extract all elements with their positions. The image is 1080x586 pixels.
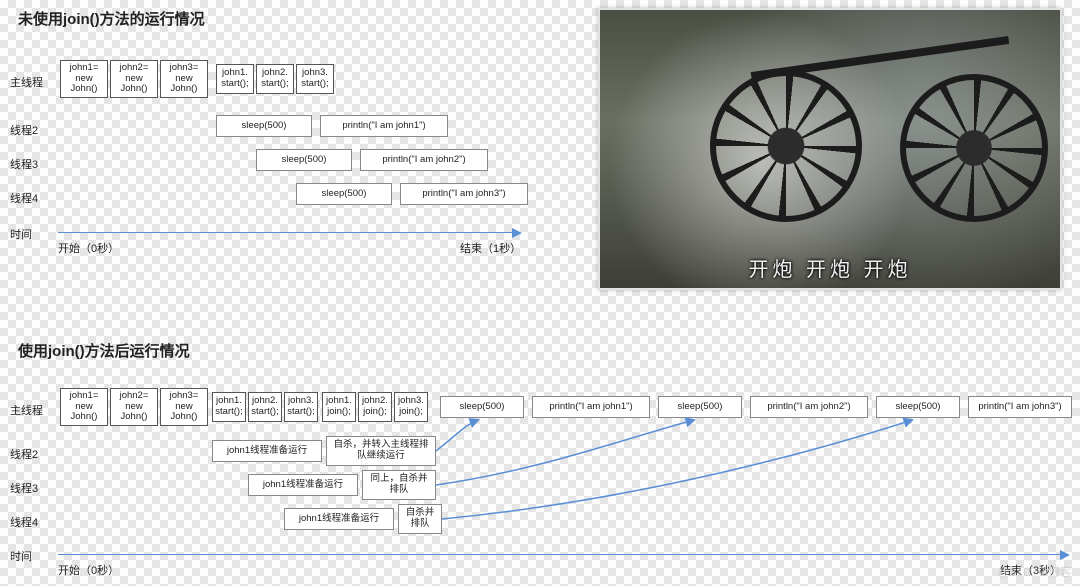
wheel-left [710, 70, 862, 222]
s2-main-box-5: john3. start(); [284, 392, 318, 422]
row2-label-time: 时间 [10, 548, 32, 564]
row-label-t2: 线程2 [10, 122, 38, 138]
s2-main-box-0: john1= new John() [60, 388, 108, 426]
s1-t4-sleep: sleep(500) [296, 183, 392, 205]
s1-main-box-3: john1. start(); [216, 64, 254, 94]
s2-tail-1: println("I am john1") [532, 396, 650, 418]
s2-tail-0: sleep(500) [440, 396, 524, 418]
row2-label-main: 主线程 [10, 402, 43, 418]
s1-timeline-arrow [58, 232, 520, 233]
s2-t3-note: 同上，自杀并 排队 [362, 470, 436, 500]
photo-frame: 开炮 开炮 开炮 [598, 8, 1062, 290]
s1-t3-sleep: sleep(500) [256, 149, 352, 171]
row-label-main1: 主线程 [10, 74, 43, 90]
s2-time-start: 开始（0秒） [58, 562, 119, 578]
s2-t4-prep: john1线程准备运行 [284, 508, 394, 530]
row-label-t3: 线程3 [10, 156, 38, 172]
row2-label-t2: 线程2 [10, 446, 38, 462]
s2-t2-prep: john1线程准备运行 [212, 440, 322, 462]
s2-tail-2: sleep(500) [658, 396, 742, 418]
section2-title: 使用join()方法后运行情况 [18, 340, 190, 361]
s2-main-box-7: john2. join(); [358, 392, 392, 422]
s1-main-box-5: john3. start(); [296, 64, 334, 94]
s1-time-end: 结束（1秒） [460, 240, 521, 256]
s1-t2-sleep: sleep(500) [216, 115, 312, 137]
photo-caption: 开炮 开炮 开炮 [600, 253, 1060, 282]
s1-t4-print: println("I am john3") [400, 183, 528, 205]
s2-t3-prep: john1线程准备运行 [248, 474, 358, 496]
section1-title: 未使用join()方法的运行情况 [18, 8, 205, 29]
s2-t2-note: 自杀，并转入主线程排 队继续运行 [326, 436, 436, 466]
s2-main-box-1: john2= new John() [110, 388, 158, 426]
row-label-time1: 时间 [10, 226, 32, 242]
s1-main-box-4: john2. start(); [256, 64, 294, 94]
s1-main-box-0: john1= new John() [60, 60, 108, 98]
s2-timeline-arrow [58, 554, 1068, 555]
s2-main-box-8: john3. join(); [394, 392, 428, 422]
watermark: @51CTO博客 [997, 563, 1072, 580]
s1-main-box-2: john3= new John() [160, 60, 208, 98]
row-label-t4: 线程4 [10, 190, 38, 206]
s1-t2-print: println("I am john1") [320, 115, 448, 137]
s2-tail-3: println("I am john2") [750, 396, 868, 418]
s2-main-box-3: john1. start(); [212, 392, 246, 422]
row2-label-t3: 线程3 [10, 480, 38, 496]
row2-label-t4: 线程4 [10, 514, 38, 530]
wheel-right [900, 74, 1048, 222]
s2-t4-note: 自杀并 排队 [398, 504, 442, 534]
s2-main-box-6: john1. join(); [322, 392, 356, 422]
s1-main-box-1: john2= new John() [110, 60, 158, 98]
s1-time-start: 开始（0秒） [58, 240, 119, 256]
s2-tail-4: sleep(500) [876, 396, 960, 418]
s2-tail-5: println("I am john3") [968, 396, 1072, 418]
s2-main-box-2: john3= new John() [160, 388, 208, 426]
s2-main-box-4: john2. start(); [248, 392, 282, 422]
s1-t3-print: println("I am john2") [360, 149, 488, 171]
canvas: 未使用join()方法的运行情况 主线程 线程2 线程3 线程4 时间 john… [0, 0, 1080, 586]
